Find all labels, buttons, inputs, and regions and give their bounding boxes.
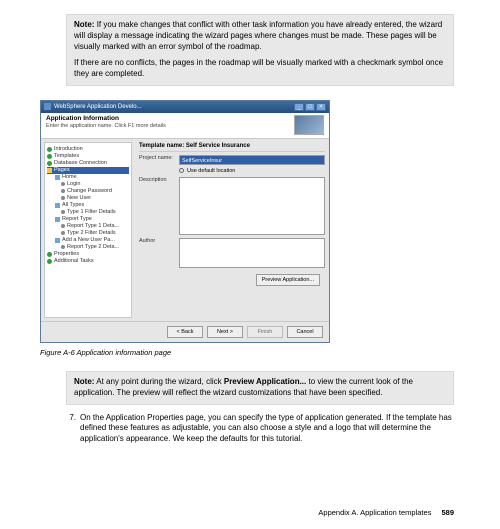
tree-node[interactable]: Login xyxy=(47,181,129,188)
tree-node-label: Templates xyxy=(54,153,79,159)
dot-icon xyxy=(61,224,65,228)
wizard-button-bar: < Back Next > Finish Cancel xyxy=(41,321,329,342)
tree-node-label: Properties xyxy=(54,251,79,257)
tree-node[interactable]: Home xyxy=(47,174,129,181)
check-icon xyxy=(47,161,52,166)
wizard-header-title: Application Information xyxy=(46,115,294,122)
tree-node[interactable]: Type 2 Filter Details xyxy=(47,230,129,237)
wizard-header-image xyxy=(294,115,324,135)
footer-section: Appendix A. Application templates xyxy=(318,508,431,517)
dot-icon xyxy=(61,231,65,235)
tree-node-label: Add a New User Pa... xyxy=(62,237,115,243)
tree-node-label: New User xyxy=(67,195,91,201)
tree-node[interactable]: Report Type xyxy=(47,216,129,223)
description-label: Description xyxy=(139,177,179,183)
note-box-1: Note: If you make changes that conflict … xyxy=(66,14,454,86)
form-area: Template name: Self Service Insurance Pr… xyxy=(135,139,329,321)
note-1-text-1: If you make changes that conflict with o… xyxy=(74,20,442,51)
minimize-button[interactable]: _ xyxy=(294,103,304,111)
tree-node[interactable]: Type 1 Filter Details xyxy=(47,209,129,216)
note-1-para-1: Note: If you make changes that conflict … xyxy=(74,20,446,52)
wizard-window: WebSphere Application Develo... _ □ × Ap… xyxy=(40,100,330,343)
author-input[interactable] xyxy=(179,238,325,268)
note-2-bold: Preview Application... xyxy=(224,377,306,386)
tree-node[interactable]: Introduction xyxy=(47,146,129,153)
titlebar: WebSphere Application Develo... _ □ × xyxy=(41,101,329,113)
tree-node[interactable]: All Types xyxy=(47,202,129,209)
tree-node[interactable]: Templates xyxy=(47,153,129,160)
tree-node-label: Introduction xyxy=(54,146,83,152)
tree-node-label: All Types xyxy=(62,202,84,208)
tree-node[interactable]: New User xyxy=(47,195,129,202)
step-7: 7. On the Application Properties page, y… xyxy=(66,413,454,445)
wizard-header: Application Information Enter the applic… xyxy=(41,113,329,139)
tree-node-label: Type 2 Filter Details xyxy=(67,230,116,236)
next-button[interactable]: Next > xyxy=(207,326,243,338)
preview-application-button[interactable]: Preview Application... xyxy=(256,274,320,286)
tree-node-label: Change Password xyxy=(67,188,112,194)
step-7-number: 7. xyxy=(66,413,80,445)
dot-icon xyxy=(61,189,65,193)
dot-icon xyxy=(61,196,65,200)
note-2-text-a: At any point during the wizard, click xyxy=(96,377,224,386)
tree-node-label: Type 1 Filter Details xyxy=(67,209,116,215)
tree-node[interactable]: Pages xyxy=(47,167,129,174)
note-2-lead: Note: xyxy=(74,377,94,386)
tree-node-label: Pages xyxy=(54,167,70,173)
cancel-button[interactable]: Cancel xyxy=(287,326,323,338)
tree-node[interactable]: Add a New User Pa... xyxy=(47,237,129,244)
note-1-para-2: If there are no conflicts, the pages in … xyxy=(74,58,446,80)
tree-node[interactable]: Properties xyxy=(47,251,129,258)
figure-caption: Figure A-6 Application information page xyxy=(40,348,454,357)
tree-node-label: Report Type 2 Deta... xyxy=(67,244,119,250)
form-section-title: Template name: Self Service Insurance xyxy=(139,143,325,152)
dot-icon xyxy=(61,182,65,186)
page-footer: Appendix A. Application templates 589 xyxy=(318,508,454,517)
box-icon xyxy=(55,175,60,180)
box-icon xyxy=(55,217,60,222)
tree-node-label: Database Connection xyxy=(54,160,107,166)
tree-node-label: Additional Tasks xyxy=(54,258,94,264)
tree-node[interactable]: Additional Tasks xyxy=(47,258,129,265)
box-icon xyxy=(55,203,60,208)
dot-icon xyxy=(61,210,65,214)
wizard-header-sub: Enter the application name. Click F1 mor… xyxy=(46,123,294,129)
close-button[interactable]: × xyxy=(316,103,326,111)
roadmap-tree[interactable]: IntroductionTemplatesDatabase Connection… xyxy=(44,142,132,318)
default-loc-label: Use default location xyxy=(187,168,235,174)
note-1-lead: Note: xyxy=(74,20,94,29)
tree-node-label: Login xyxy=(67,181,80,187)
default-loc-radio[interactable] xyxy=(179,168,184,173)
description-textarea[interactable] xyxy=(179,177,325,235)
maximize-button[interactable]: □ xyxy=(305,103,315,111)
project-name-input[interactable]: SelfServiceInsur xyxy=(179,155,325,165)
finish-button[interactable]: Finish xyxy=(247,326,283,338)
check-icon xyxy=(47,252,52,257)
footer-page-number: 589 xyxy=(441,508,454,517)
author-label: Author xyxy=(139,238,179,244)
project-label: Project name: xyxy=(139,155,179,161)
back-button[interactable]: < Back xyxy=(167,326,203,338)
check-icon xyxy=(47,147,52,152)
tree-node[interactable]: Report Type 1 Deta... xyxy=(47,223,129,230)
tree-node-label: Home xyxy=(62,174,77,180)
tree-node-label: Report Type 1 Deta... xyxy=(67,223,119,229)
note-box-2: Note: At any point during the wizard, cl… xyxy=(66,371,454,405)
sel-icon xyxy=(47,168,52,173)
tree-node[interactable]: Database Connection xyxy=(47,160,129,167)
app-icon xyxy=(44,103,51,110)
tree-node[interactable]: Report Type 2 Deta... xyxy=(47,244,129,251)
tree-node-label: Report Type xyxy=(62,216,92,222)
tree-node[interactable]: Change Password xyxy=(47,188,129,195)
check-icon xyxy=(47,154,52,159)
step-7-text: On the Application Properties page, you … xyxy=(80,413,454,445)
check-icon xyxy=(47,259,52,264)
window-title: WebSphere Application Develo... xyxy=(54,104,142,110)
dot-icon xyxy=(61,245,65,249)
box-icon xyxy=(55,238,60,243)
